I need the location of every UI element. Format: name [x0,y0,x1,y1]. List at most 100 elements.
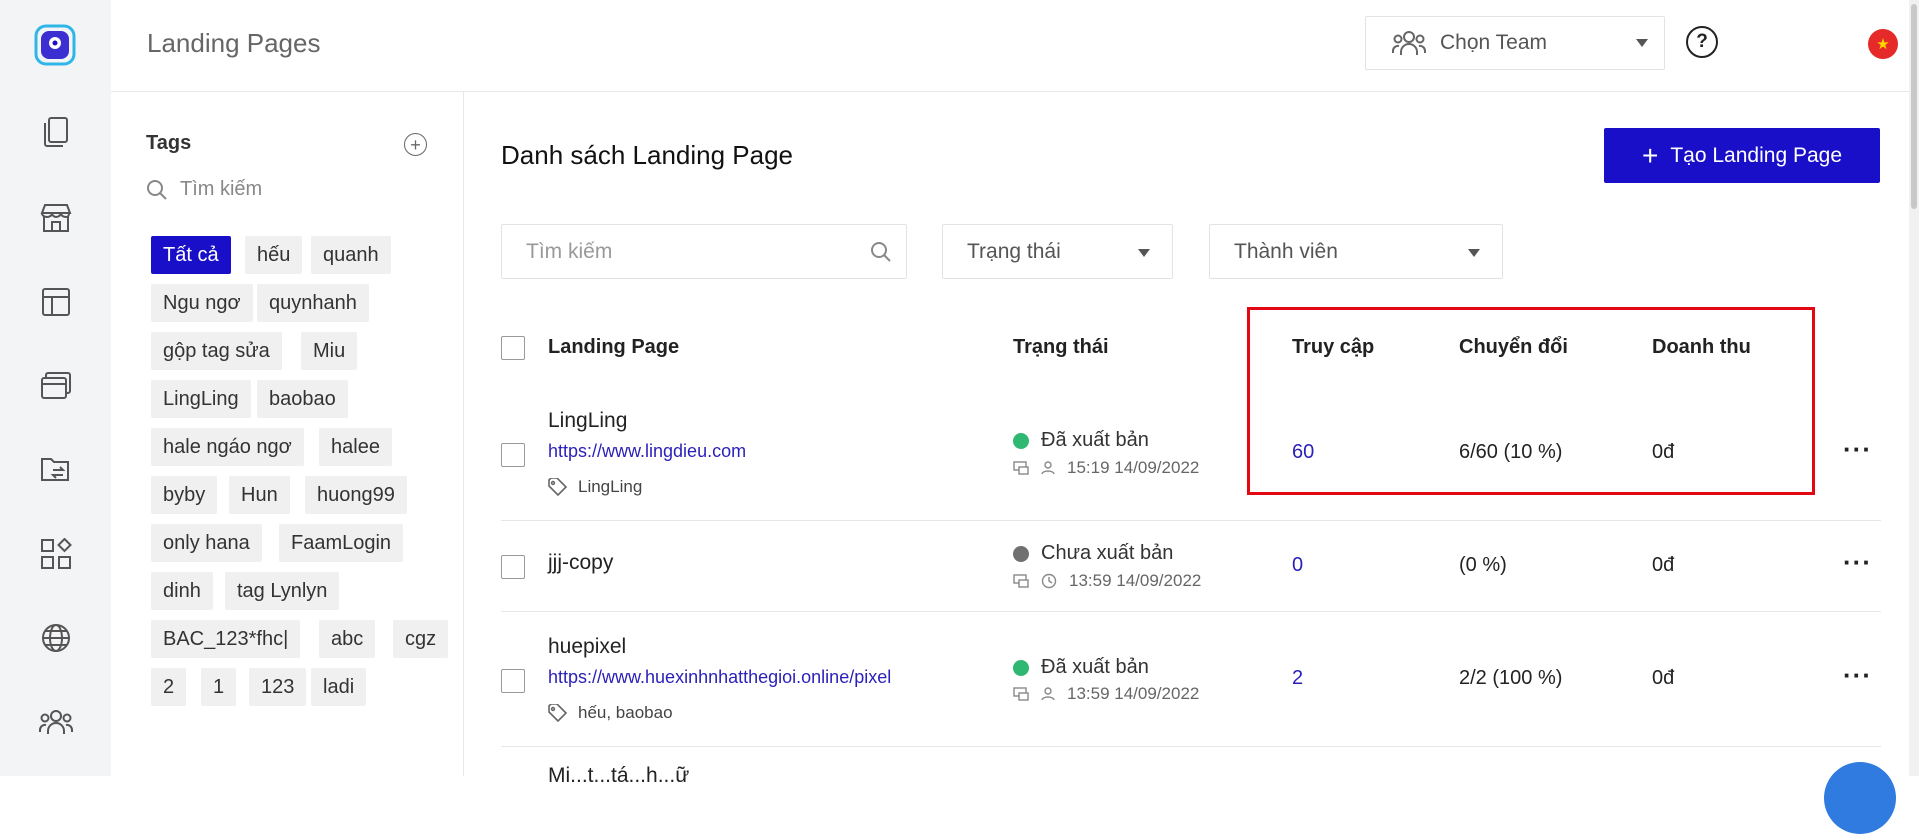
status-badge: Đã xuất bản [1013,429,1149,452]
published-dot-icon [1013,432,1029,449]
row-checkbox[interactable] [501,669,525,693]
updated-time: 13:59 14/09/2022 [1067,684,1200,703]
tag-chip[interactable]: FaamLogin [279,524,404,562]
row-meta: 13:59 14/09/2022 [1013,684,1199,704]
column-status[interactable]: Trạng thái [1013,336,1109,359]
page-scrollbar[interactable] [1909,0,1919,776]
tag-search[interactable] [146,178,400,201]
tag-chip[interactable]: gộp tag sửa [151,332,282,370]
member-filter-select[interactable]: Thành viên [1209,224,1503,279]
tag-chip[interactable]: cgz [393,620,449,658]
user-icon [1041,687,1055,701]
tag-chip[interactable]: huong99 [305,476,407,514]
column-landing-page[interactable]: Landing Page [548,336,679,359]
tag-chip[interactable]: BAC_123*fhc| [151,620,301,658]
tag-chip[interactable]: halee [319,428,392,466]
status-badge: Đã xuất bản [1013,656,1149,679]
search-icon [147,179,167,200]
vietnam-flag-icon[interactable]: ★ [1868,29,1898,59]
tag-search-input[interactable] [180,178,400,201]
tag-chip-all[interactable]: Tất cả [151,236,231,274]
landing-search-input[interactable] [526,239,856,264]
tag-chip[interactable]: 123 [249,668,307,706]
page-title: Landing Pages [147,28,321,58]
more-options-icon[interactable]: ··· [1843,434,1872,465]
landing-search[interactable] [501,224,907,279]
row-meta: 15:19 14/09/2022 [1013,458,1199,478]
device-icon [1013,574,1029,588]
tag-chip[interactable]: quanh [311,236,391,274]
app-logo-icon[interactable] [32,22,78,68]
folder-transfer-icon[interactable] [38,452,74,488]
create-landing-page-button[interactable]: + Tạo Landing Page [1604,128,1880,183]
plus-icon: + [1642,139,1659,171]
tag-chip[interactable]: Miu [301,332,358,370]
landing-page-name[interactable]: jjj-copy [548,551,613,575]
device-icon [1013,461,1029,475]
template-layout-icon[interactable] [38,284,74,320]
search-icon [871,242,891,262]
landing-page-url[interactable]: https://www.huexinhnhatthegioi.online/pi… [548,667,891,688]
tag-text: LingLing [578,477,643,496]
apps-grid-icon[interactable] [38,536,74,572]
tag-chip[interactable]: baobao [257,380,348,418]
team-select[interactable]: Chọn Team [1365,16,1665,70]
tag-icon [548,704,568,722]
member-filter-label: Thành viên [1234,239,1338,263]
revenue-value: 0đ [1652,554,1675,576]
tag-chip[interactable]: LingLing [151,380,251,418]
left-nav-rail [0,0,111,776]
row-divider [501,746,1881,747]
chevron-down-icon [1468,249,1480,257]
tag-chip[interactable]: ladi [311,668,367,706]
add-tag-icon[interactable]: + [404,133,427,156]
visits-count[interactable]: 0 [1292,554,1303,577]
tag-chip[interactable]: dinh [151,572,213,610]
landing-page-name[interactable]: LingLing [548,409,627,433]
store-icon[interactable] [38,200,74,236]
tag-chip[interactable]: Ngu ngơ [151,284,253,322]
more-options-icon[interactable]: ··· [1843,660,1872,691]
list-title: Danh sách Landing Page [501,140,794,170]
draft-dot-icon [1013,545,1029,562]
landing-page-tags: LingLing [548,477,642,497]
tags-panel: Tags + Tất cả hếu quanh Ngu ngơ quynhanh… [111,92,464,776]
scrollbar-thumb[interactable] [1911,4,1917,209]
tag-chip[interactable]: Hun [229,476,290,514]
pages-icon[interactable] [38,114,74,150]
team-select-label: Chọn Team [1440,31,1548,54]
row-checkbox[interactable] [501,555,525,579]
tags-title: Tags [146,132,192,154]
landing-page-name[interactable]: huepixel [548,635,626,659]
browser-windows-icon[interactable] [38,368,74,404]
tag-chip[interactable]: 1 [201,668,237,706]
row-divider [501,520,1881,521]
tag-chip[interactable]: byby [151,476,218,514]
status-text: Đã xuất bản [1041,656,1149,678]
more-options-icon[interactable]: ··· [1843,547,1872,578]
globe-icon[interactable] [38,620,74,656]
tag-chip[interactable]: quynhanh [257,284,369,322]
landing-page-tags: hếu, baobao [548,703,673,723]
conversions-value: (0 %) [1459,554,1507,576]
tag-chip[interactable]: hếu [245,236,303,274]
team-icon [1392,31,1426,55]
tag-chip[interactable]: tag Lynlyn [225,572,340,610]
team-users-icon[interactable] [38,704,74,740]
help-icon[interactable]: ? [1686,26,1718,58]
chevron-down-icon [1138,249,1150,257]
chat-support-button[interactable] [1824,762,1896,834]
row-checkbox[interactable] [501,443,525,467]
select-all-checkbox[interactable] [501,336,525,360]
tag-chip[interactable]: abc [319,620,376,658]
status-filter-select[interactable]: Trạng thái [942,224,1173,279]
status-text: Chưa xuất bản [1041,542,1174,564]
top-header: Landing Pages Chọn Team ? ★ [111,0,1919,92]
visits-count[interactable]: 2 [1292,667,1303,690]
landing-page-url[interactable]: https://www.lingdieu.com [548,441,746,462]
tag-text: hếu, baobao [578,703,673,722]
landing-page-name-partial[interactable]: Mi...t...tá...h...ữ [548,764,689,788]
tag-chip[interactable]: only hana [151,524,262,562]
tag-chip[interactable]: hale ngáo ngơ [151,428,304,466]
tag-chip[interactable]: 2 [151,668,187,706]
